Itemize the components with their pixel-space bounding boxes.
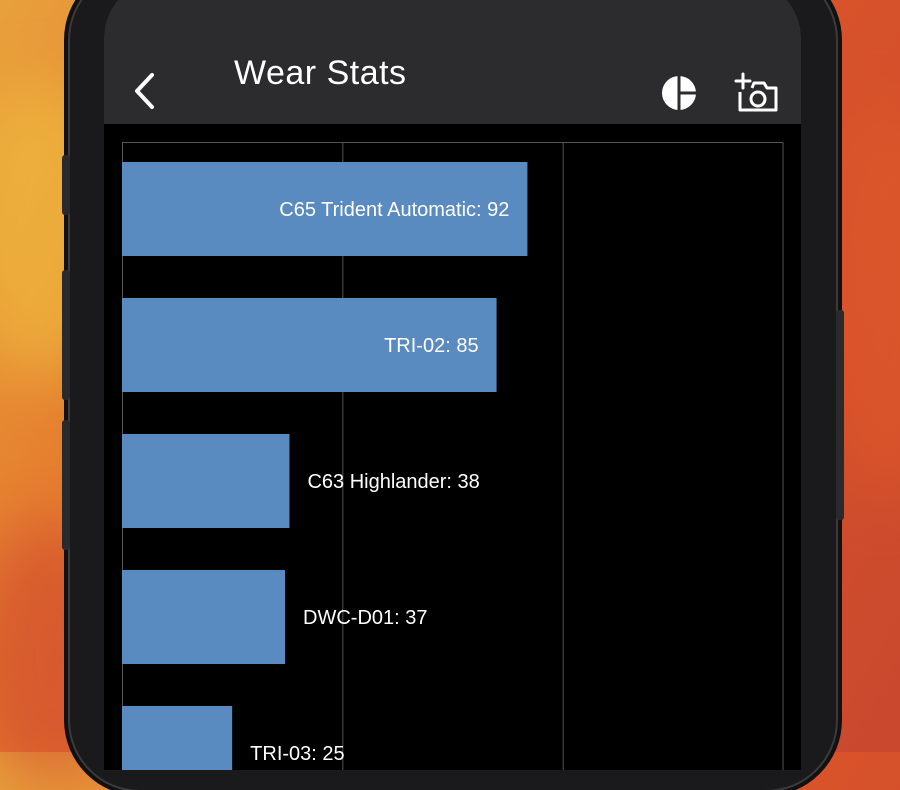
bar-data-label: DWC-D01: 37 [303,607,427,629]
bar-data-label: TRI-03: 25 [250,743,344,765]
back-button[interactable] [126,72,164,110]
add-photo-button[interactable] [734,72,780,114]
phone-side-button [62,270,70,400]
bar-tri-03[interactable] [122,706,233,770]
pie-chart-icon [662,75,697,111]
bar-data-label: TRI-02: 85 [384,335,478,357]
chevron-left-icon [135,73,154,109]
bar-data-label: C65 Trident Automatic: 92 [279,199,509,221]
wear-stats-chart: C65 Trident Automatic: 92 TRI-02: 85 C63 H… [122,142,784,770]
page-title: Wear Stats [234,54,407,92]
phone-side-button [836,310,844,520]
navigation-bar: Wear Stats [104,0,801,124]
bar-c63-highlander[interactable] [122,434,290,528]
add-photo-icon [734,72,778,112]
chart-type-button[interactable] [660,74,698,112]
phone-side-button [62,155,70,215]
bar-dwc-d01[interactable] [122,570,286,664]
bar-data-label: C63 Highlander: 38 [307,471,479,493]
app-screen: Wear Stats C65 Trident Automatic: 92 TRI-… [104,0,801,770]
phone-side-button [62,420,70,550]
bar-chart: C65 Trident Automatic: 92 TRI-02: 85 C63 H… [122,142,784,770]
